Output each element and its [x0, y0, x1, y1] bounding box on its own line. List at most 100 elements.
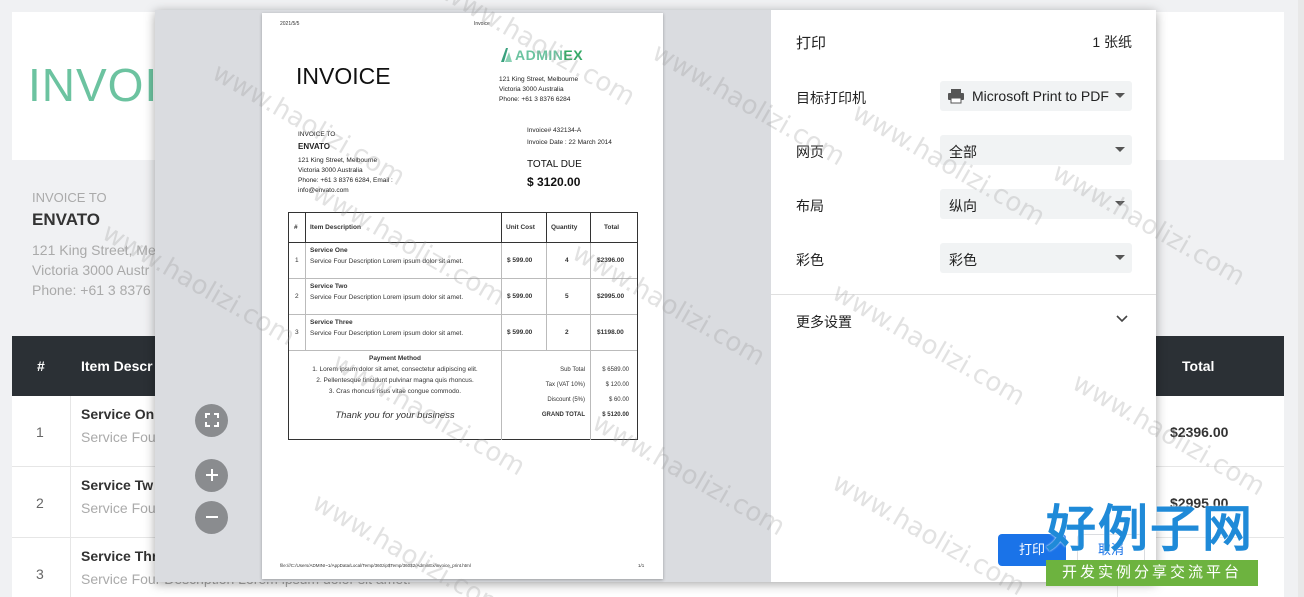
- invoice-to-label: INVOICE TO: [298, 131, 336, 138]
- logo-text-a: ADMIN: [515, 47, 564, 63]
- dropdown-arrow-icon: [1115, 93, 1125, 98]
- payment-method: Payment Method 1. Lorem ipsum dolor sit …: [289, 351, 501, 421]
- summary-value: $ 60.00: [608, 397, 629, 403]
- invoice-date: Invoice Date : 22 March 2014: [527, 139, 612, 146]
- printer-icon: [948, 89, 964, 104]
- sheet-header-title: Invoice: [474, 21, 490, 27]
- payment-line: 1. Lorem ipsum dolor sit amet, consectet…: [312, 366, 478, 373]
- summary-label: Sub Total: [560, 367, 585, 373]
- layout-label: 布局: [796, 198, 824, 214]
- item-qty: 5: [565, 293, 569, 300]
- payment-line: 3. Cras rhoncus risus vitae congue commo…: [328, 388, 462, 395]
- pages-value: 全部: [949, 144, 977, 160]
- background-invoice-title: INVOI: [28, 59, 159, 111]
- summary-label: GRAND TOTAL: [541, 412, 585, 418]
- item-unit-cost: $ 599.00: [507, 257, 533, 264]
- print-preview-area: 2021/5/5 Invoice INVOICE ADMINEX 121 Kin…: [155, 10, 771, 582]
- item-name: Service One: [310, 247, 348, 254]
- item-desc: Service Four Description Lorem ipsum dol…: [310, 330, 464, 337]
- print-dialog: 2021/5/5 Invoice INVOICE ADMINEX 121 Kin…: [155, 10, 1156, 582]
- summary-value: $ 5120.00: [602, 412, 629, 418]
- color-select[interactable]: 彩色: [940, 243, 1132, 273]
- col-num: #: [294, 224, 298, 231]
- color-value: 彩色: [949, 252, 977, 268]
- adminex-logo-icon: [501, 48, 512, 62]
- col-total: Total: [604, 224, 620, 231]
- row-total: $2995.00: [1170, 495, 1229, 511]
- print-title: 打印: [796, 35, 827, 52]
- address-line: Victoria 3000 Australia: [499, 86, 564, 93]
- more-settings-toggle[interactable]: 更多设置: [796, 312, 852, 332]
- item-qty: 4: [565, 257, 569, 264]
- background-company: ENVATO: [32, 210, 101, 229]
- minus-icon: [205, 516, 218, 518]
- background-invoice-to-label: INVOICE TO: [32, 190, 107, 205]
- row-name: Service Thr: [81, 548, 158, 564]
- sheet-company-address: 121 King Street, Melbourne Victoria 3000…: [499, 75, 578, 105]
- summary-values: $ 6589.00 $ 120.00 $ 60.00 $ 5120.00: [589, 363, 629, 423]
- item-name: Service Three: [310, 319, 353, 326]
- item-desc: Service Four Description Lorem ipsum dol…: [310, 258, 464, 265]
- summary-labels: Sub Total Tax (VAT 10%) Discount (5%) GR…: [519, 363, 585, 423]
- row-desc: Service Fou: [81, 500, 156, 516]
- dropdown-arrow-icon: [1115, 255, 1125, 260]
- sheet-invoice-to: INVOICE TO ENVATO 121 King Street, Melbo…: [298, 130, 393, 196]
- total-due-label: TOTAL DUE: [527, 159, 582, 170]
- print-button[interactable]: 打印: [998, 534, 1066, 566]
- dropdown-arrow-icon: [1115, 201, 1125, 206]
- sheet-count: 1 张纸: [1092, 34, 1132, 50]
- layout-select[interactable]: 纵向: [940, 189, 1132, 219]
- sheet-header-date: 2021/5/5: [280, 21, 300, 27]
- sheet-invoice-title: INVOICE: [296, 63, 391, 89]
- row-number: 3: [36, 566, 44, 582]
- destination-label: 目标打印机: [796, 90, 866, 106]
- layout-value: 纵向: [949, 198, 977, 214]
- item-desc: Service Four Description Lorem ipsum dol…: [310, 294, 464, 301]
- row-name: Service Tw: [81, 477, 154, 493]
- plus-icon: [205, 469, 218, 481]
- address-line: 121 King Street, Melbourne: [298, 157, 378, 164]
- table-row: 3 Service Three Service Four Description…: [289, 315, 637, 351]
- client-name: ENVATO: [298, 142, 331, 151]
- item-total: $2396.00: [597, 257, 625, 264]
- sheet-footer-path: file:///C:/Users/ADMINI~1/AppData/Local/…: [280, 563, 471, 568]
- sheet-invoice-meta: Invoice# 432134-A Invoice Date : 22 Marc…: [527, 125, 612, 149]
- total-due-amount: $ 3120.00: [527, 175, 581, 189]
- zoom-out-button[interactable]: [195, 501, 228, 534]
- sheet-footer-page: 1/1: [638, 563, 645, 568]
- sheet-logo: ADMINEX: [500, 47, 583, 63]
- item-number: 1: [295, 257, 299, 264]
- cancel-button[interactable]: 取消: [1077, 534, 1145, 566]
- chevron-down-icon[interactable]: [1116, 310, 1128, 328]
- row-name: Service On: [81, 406, 155, 422]
- payment-line: 2. Pellentesque tincidunt pulvinar magna…: [316, 377, 474, 384]
- preview-sheet: 2021/5/5 Invoice INVOICE ADMINEX 121 Kin…: [262, 13, 663, 579]
- print-settings-panel: 打印 1 张纸 目标打印机 Microsoft Print to PDF 网页 …: [771, 10, 1156, 582]
- background-col-total: Total: [1182, 358, 1215, 374]
- item-number: 2: [295, 293, 299, 300]
- address-line: Phone: +61 3 8376 6284, Email :: [298, 177, 393, 184]
- background-col-desc: Item Descr: [81, 358, 153, 374]
- zoom-in-button[interactable]: [195, 459, 228, 492]
- row-number: 2: [36, 495, 44, 511]
- table-row: 1 Service One Service Four Description L…: [289, 243, 637, 279]
- fit-to-page-icon: [204, 413, 219, 427]
- dropdown-arrow-icon: [1115, 147, 1125, 152]
- logo-text-b: EX: [563, 47, 584, 63]
- summary-value: $ 120.00: [605, 382, 629, 388]
- divider: [771, 294, 1156, 295]
- page-scrollbar[interactable]: [1298, 0, 1304, 597]
- item-total: $2995.00: [597, 293, 625, 300]
- color-label: 彩色: [796, 252, 824, 268]
- pages-select[interactable]: 全部: [940, 135, 1132, 165]
- invoice-number: Invoice# 432134-A: [527, 127, 582, 134]
- address-line: info@envato.com: [298, 187, 349, 194]
- summary-value: $ 6589.00: [602, 367, 629, 373]
- fit-to-page-button[interactable]: [195, 404, 228, 437]
- payment-heading: Payment Method: [368, 355, 421, 362]
- destination-select[interactable]: Microsoft Print to PDF: [940, 81, 1132, 111]
- col-qty: Quantity: [551, 224, 578, 231]
- thank-you-note: Thank you for your business: [335, 410, 455, 421]
- row-total: $2396.00: [1170, 424, 1229, 440]
- col-desc: Item Description: [310, 224, 361, 231]
